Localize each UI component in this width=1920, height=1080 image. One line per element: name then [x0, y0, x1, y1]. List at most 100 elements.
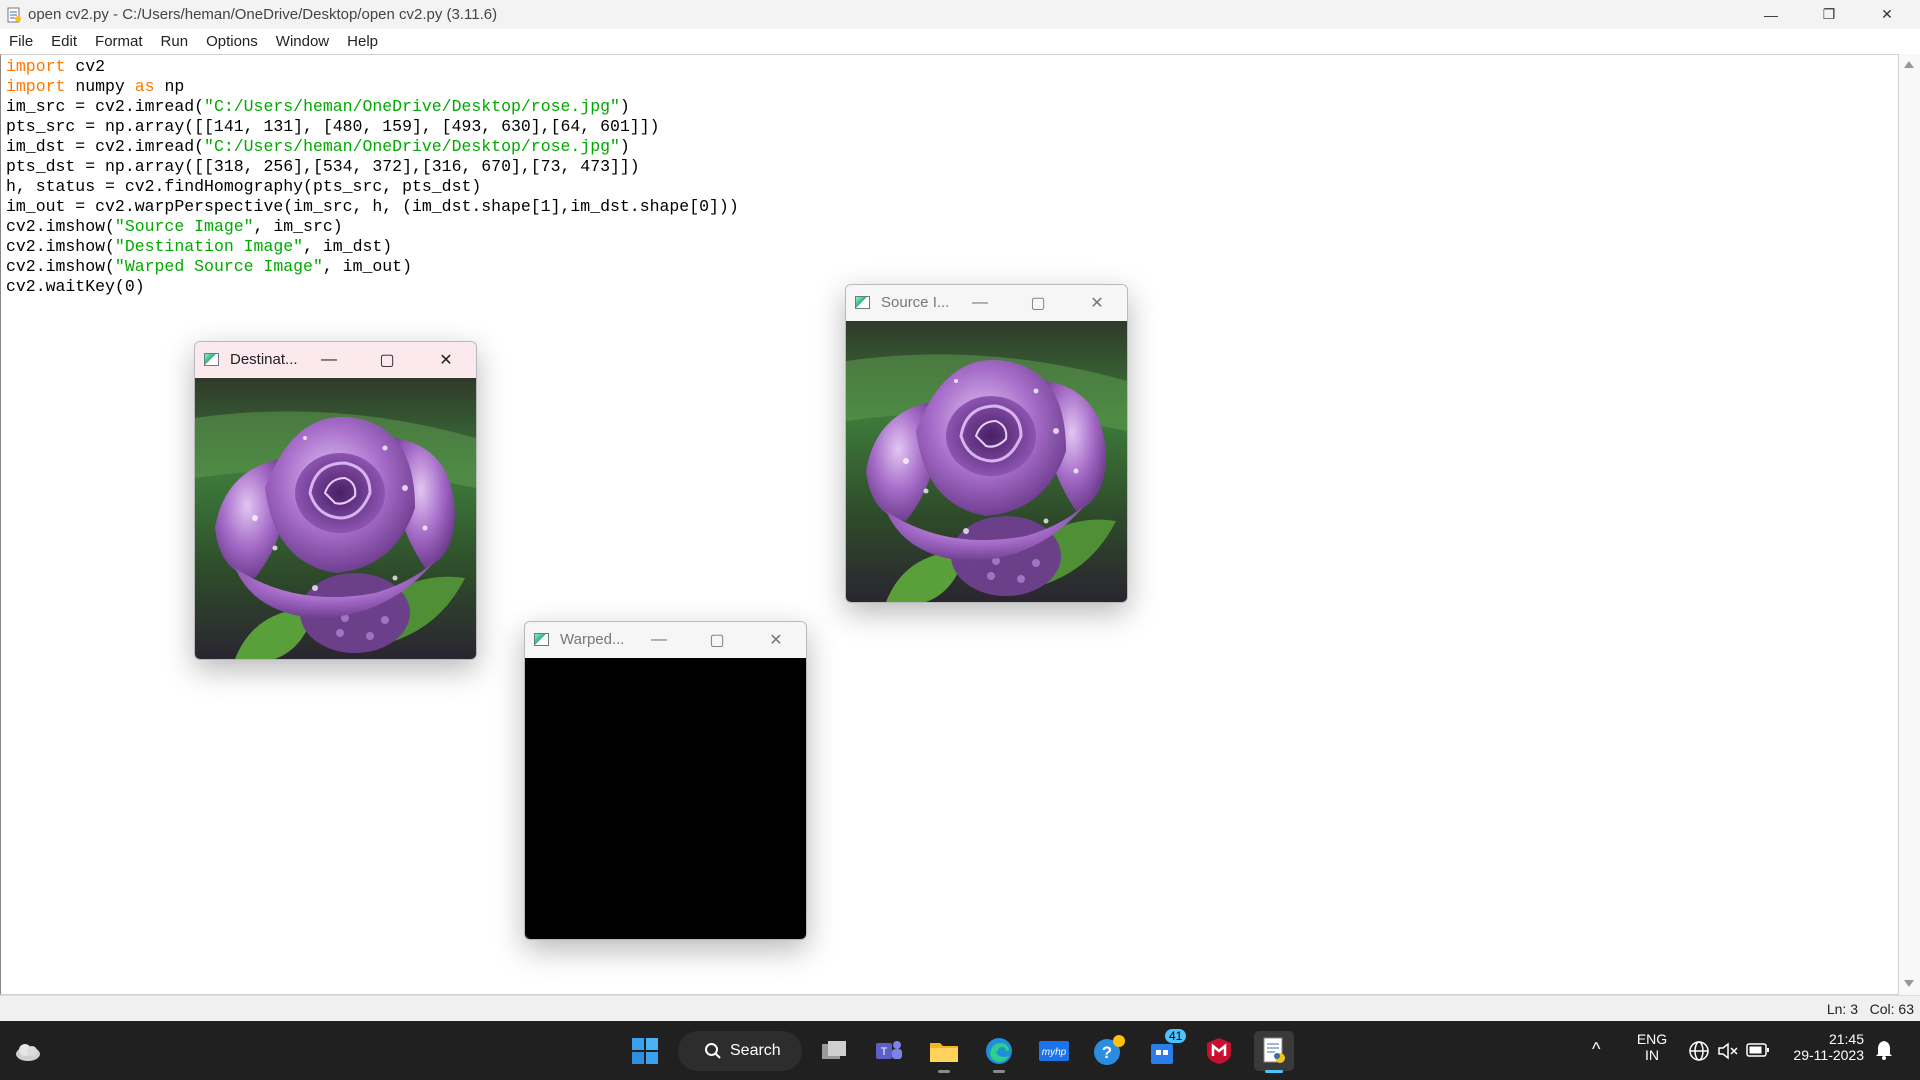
destination-image: [195, 378, 476, 659]
teams-icon[interactable]: T: [869, 1031, 909, 1071]
maximize-button[interactable]: ▢: [367, 345, 407, 375]
code-line: cv2.imshow(: [6, 217, 115, 236]
maximize-button[interactable]: ▢: [1018, 288, 1058, 318]
code-line: im_dst = cv2.imread(: [6, 137, 205, 156]
code-keyword: import: [6, 77, 66, 96]
clock-time: 21:45: [1828, 1031, 1864, 1047]
minimize-button[interactable]: —: [1742, 0, 1800, 29]
destination-image-window[interactable]: Destinat... — ▢ ✕: [194, 341, 477, 660]
code-line: cv2: [65, 57, 106, 76]
maximize-button[interactable]: ▢: [697, 625, 737, 655]
code-line: pts_src = np.array([[141, 131], [480, 15…: [6, 117, 660, 136]
battery-icon[interactable]: [1746, 1042, 1770, 1058]
volume-muted-icon[interactable]: [1716, 1040, 1740, 1062]
clock-date: 29-11-2023: [1793, 1047, 1864, 1063]
svg-text:?: ?: [1102, 1043, 1112, 1062]
source-image-window[interactable]: Source I... — ▢ ✕: [845, 284, 1128, 603]
code-string: "Destination Image": [114, 237, 304, 256]
warped-window-titlebar[interactable]: Warped... — ▢ ✕: [525, 622, 806, 658]
menu-edit[interactable]: Edit: [42, 33, 86, 50]
opencv-window-icon: [534, 633, 549, 646]
rose-image: [846, 321, 1127, 602]
minimize-button[interactable]: —: [960, 288, 1000, 318]
scroll-up-icon[interactable]: [1904, 61, 1914, 68]
language-indicator[interactable]: ENG IN: [1632, 1031, 1672, 1063]
opencv-window-icon: [855, 296, 870, 309]
source-window-titlebar[interactable]: Source I... — ▢ ✕: [846, 285, 1127, 321]
start-button[interactable]: [625, 1031, 665, 1071]
network-globe-icon[interactable]: [1688, 1040, 1710, 1062]
code-string: "Source Image": [114, 217, 254, 236]
show-hidden-icons-chevron-up-icon[interactable]: ^: [1592, 1039, 1600, 1060]
line-indicator: Ln: 3: [1826, 1001, 1858, 1017]
idle-taskbar-button[interactable]: [1254, 1031, 1294, 1073]
svg-text:T: T: [881, 1046, 888, 1058]
code-keyword: as: [134, 77, 155, 96]
code-string: "C:/Users/heman/OneDrive/Desktop/rose.jp…: [204, 97, 620, 116]
menu-options[interactable]: Options: [197, 33, 267, 50]
minimize-button[interactable]: —: [309, 345, 349, 375]
window-title: open cv2.py - C:/Users/heman/OneDrive/De…: [28, 6, 498, 23]
search-icon: [705, 1043, 721, 1059]
code-line: cv2.imshow(: [6, 237, 115, 256]
python-idle-icon: [7, 7, 21, 23]
clock[interactable]: 21:45 29-11-2023: [1784, 1031, 1864, 1063]
weather-icon[interactable]: [8, 1031, 48, 1071]
myhp-icon[interactable]: myhp: [1034, 1031, 1074, 1071]
file-explorer-icon[interactable]: [924, 1031, 964, 1073]
title-bar: open cv2.py - C:/Users/heman/OneDrive/De…: [0, 0, 1920, 30]
code-line: cv2.imshow(: [6, 257, 115, 276]
code-text: import cv2 import numpy as np im_src = c…: [6, 57, 739, 297]
warped-window-title: Warped...: [560, 631, 625, 648]
code-string: "C:/Users/heman/OneDrive/Desktop/rose.jp…: [204, 137, 620, 156]
source-window-title: Source I...: [881, 294, 950, 311]
taskbar-search[interactable]: Search: [678, 1031, 802, 1071]
restore-button[interactable]: ❐: [1800, 0, 1858, 29]
rose-image: [195, 378, 476, 659]
menu-window[interactable]: Window: [267, 33, 338, 50]
search-label: Search: [730, 1042, 781, 1059]
code-line: h, status = cv2.findHomography(pts_src, …: [6, 177, 482, 196]
code-line: np: [154, 77, 185, 96]
running-indicator: [1265, 1070, 1283, 1073]
taskbar: Search T myhp ? 41 ^ ENG IN 21:45 29-11-…: [0, 1021, 1920, 1080]
code-line: cv2.waitKey(0): [6, 277, 145, 296]
get-help-icon[interactable]: ?: [1089, 1031, 1129, 1071]
mcafee-icon[interactable]: [1199, 1031, 1239, 1071]
source-image: [846, 321, 1127, 602]
menu-bar: File Edit Format Run Options Window Help: [0, 29, 1920, 54]
language-code: ENG: [1636, 1031, 1668, 1047]
close-button[interactable]: ✕: [426, 345, 466, 375]
warped-image: [525, 658, 806, 939]
minimize-button[interactable]: —: [639, 625, 679, 655]
code-line: im_out = cv2.warpPerspective(im_src, h, …: [6, 197, 739, 216]
task-view-icon[interactable]: [815, 1031, 855, 1071]
code-keyword: import: [6, 57, 66, 76]
menu-run[interactable]: Run: [152, 33, 198, 50]
menu-file[interactable]: File: [0, 33, 42, 50]
menu-help[interactable]: Help: [338, 33, 387, 50]
code-line: im_src = cv2.imread(: [6, 97, 205, 116]
destination-window-title: Destinat...: [230, 351, 298, 368]
windows-icon: [632, 1038, 658, 1064]
warped-image-window[interactable]: Warped... — ▢ ✕: [524, 621, 807, 940]
destination-window-titlebar[interactable]: Destinat... — ▢ ✕: [195, 342, 476, 378]
close-button[interactable]: ✕: [1077, 288, 1117, 318]
close-button[interactable]: ✕: [1858, 0, 1916, 29]
store-icon[interactable]: 41: [1145, 1029, 1187, 1071]
running-indicator: [993, 1070, 1005, 1073]
close-button[interactable]: ✕: [756, 625, 796, 655]
column-indicator: Col: 63: [1869, 1001, 1914, 1017]
edge-icon[interactable]: [979, 1031, 1019, 1073]
code-line: pts_dst = np.array([[318, 256],[534, 372…: [6, 157, 640, 176]
code-line: , im_out): [322, 257, 412, 276]
scroll-down-icon[interactable]: [1904, 980, 1914, 987]
code-line: ): [619, 137, 630, 156]
region-code: IN: [1645, 1047, 1659, 1063]
vertical-scrollbar[interactable]: [1899, 54, 1920, 995]
svg-text:myhp: myhp: [1042, 1047, 1067, 1058]
notification-bell-icon[interactable]: [1874, 1039, 1894, 1061]
code-line: , im_dst): [303, 237, 393, 256]
menu-format[interactable]: Format: [86, 33, 152, 50]
code-string: "Warped Source Image": [114, 257, 323, 276]
